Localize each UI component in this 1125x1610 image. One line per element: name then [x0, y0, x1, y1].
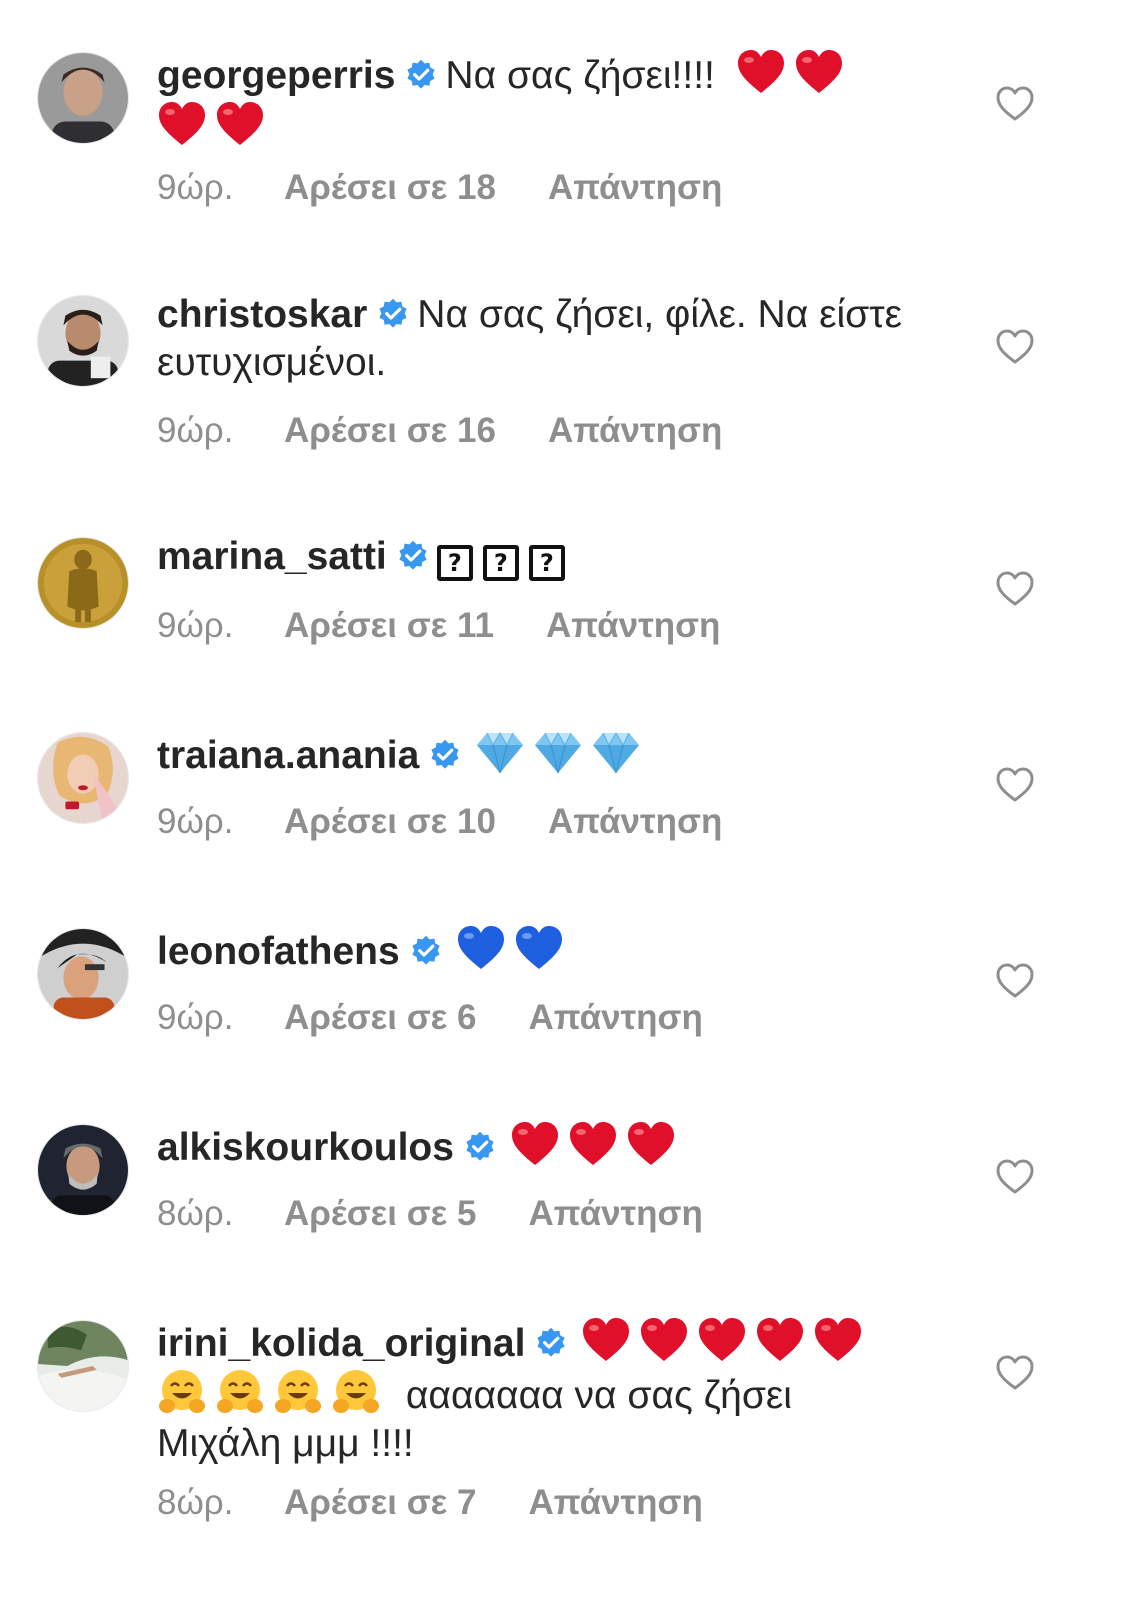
reply-button[interactable]: Απάντηση: [528, 1483, 702, 1523]
red-heart-icon: [639, 1316, 689, 1364]
red-heart-icon: [755, 1316, 805, 1364]
comment-item: irini_kolida_original ααααααα να σας ζήσ…: [0, 0, 1125, 1610]
hugging-face-icon: [215, 1368, 265, 1416]
avatar[interactable]: [37, 1320, 129, 1412]
comment-meta: 8ώρ. Αρέσει σε 7 Απάντηση: [157, 1483, 703, 1523]
username[interactable]: irini_kolida_original: [157, 1322, 525, 1365]
red-heart-icon: [581, 1316, 631, 1364]
timestamp: 8ώρ.: [157, 1483, 234, 1522]
hugging-face-icon: [157, 1368, 207, 1416]
red-heart-icon: [813, 1316, 863, 1364]
likes-count[interactable]: Αρέσει σε 7: [284, 1483, 476, 1523]
comment-body: irini_kolida_original ααααααα να σας ζήσ…: [157, 1316, 917, 1468]
hugging-face-icon: [273, 1368, 323, 1416]
verified-badge-icon: [535, 1327, 567, 1359]
hugging-face-icon: [331, 1368, 381, 1416]
red-heart-icon: [697, 1316, 747, 1364]
like-heart-icon[interactable]: [996, 1355, 1034, 1391]
